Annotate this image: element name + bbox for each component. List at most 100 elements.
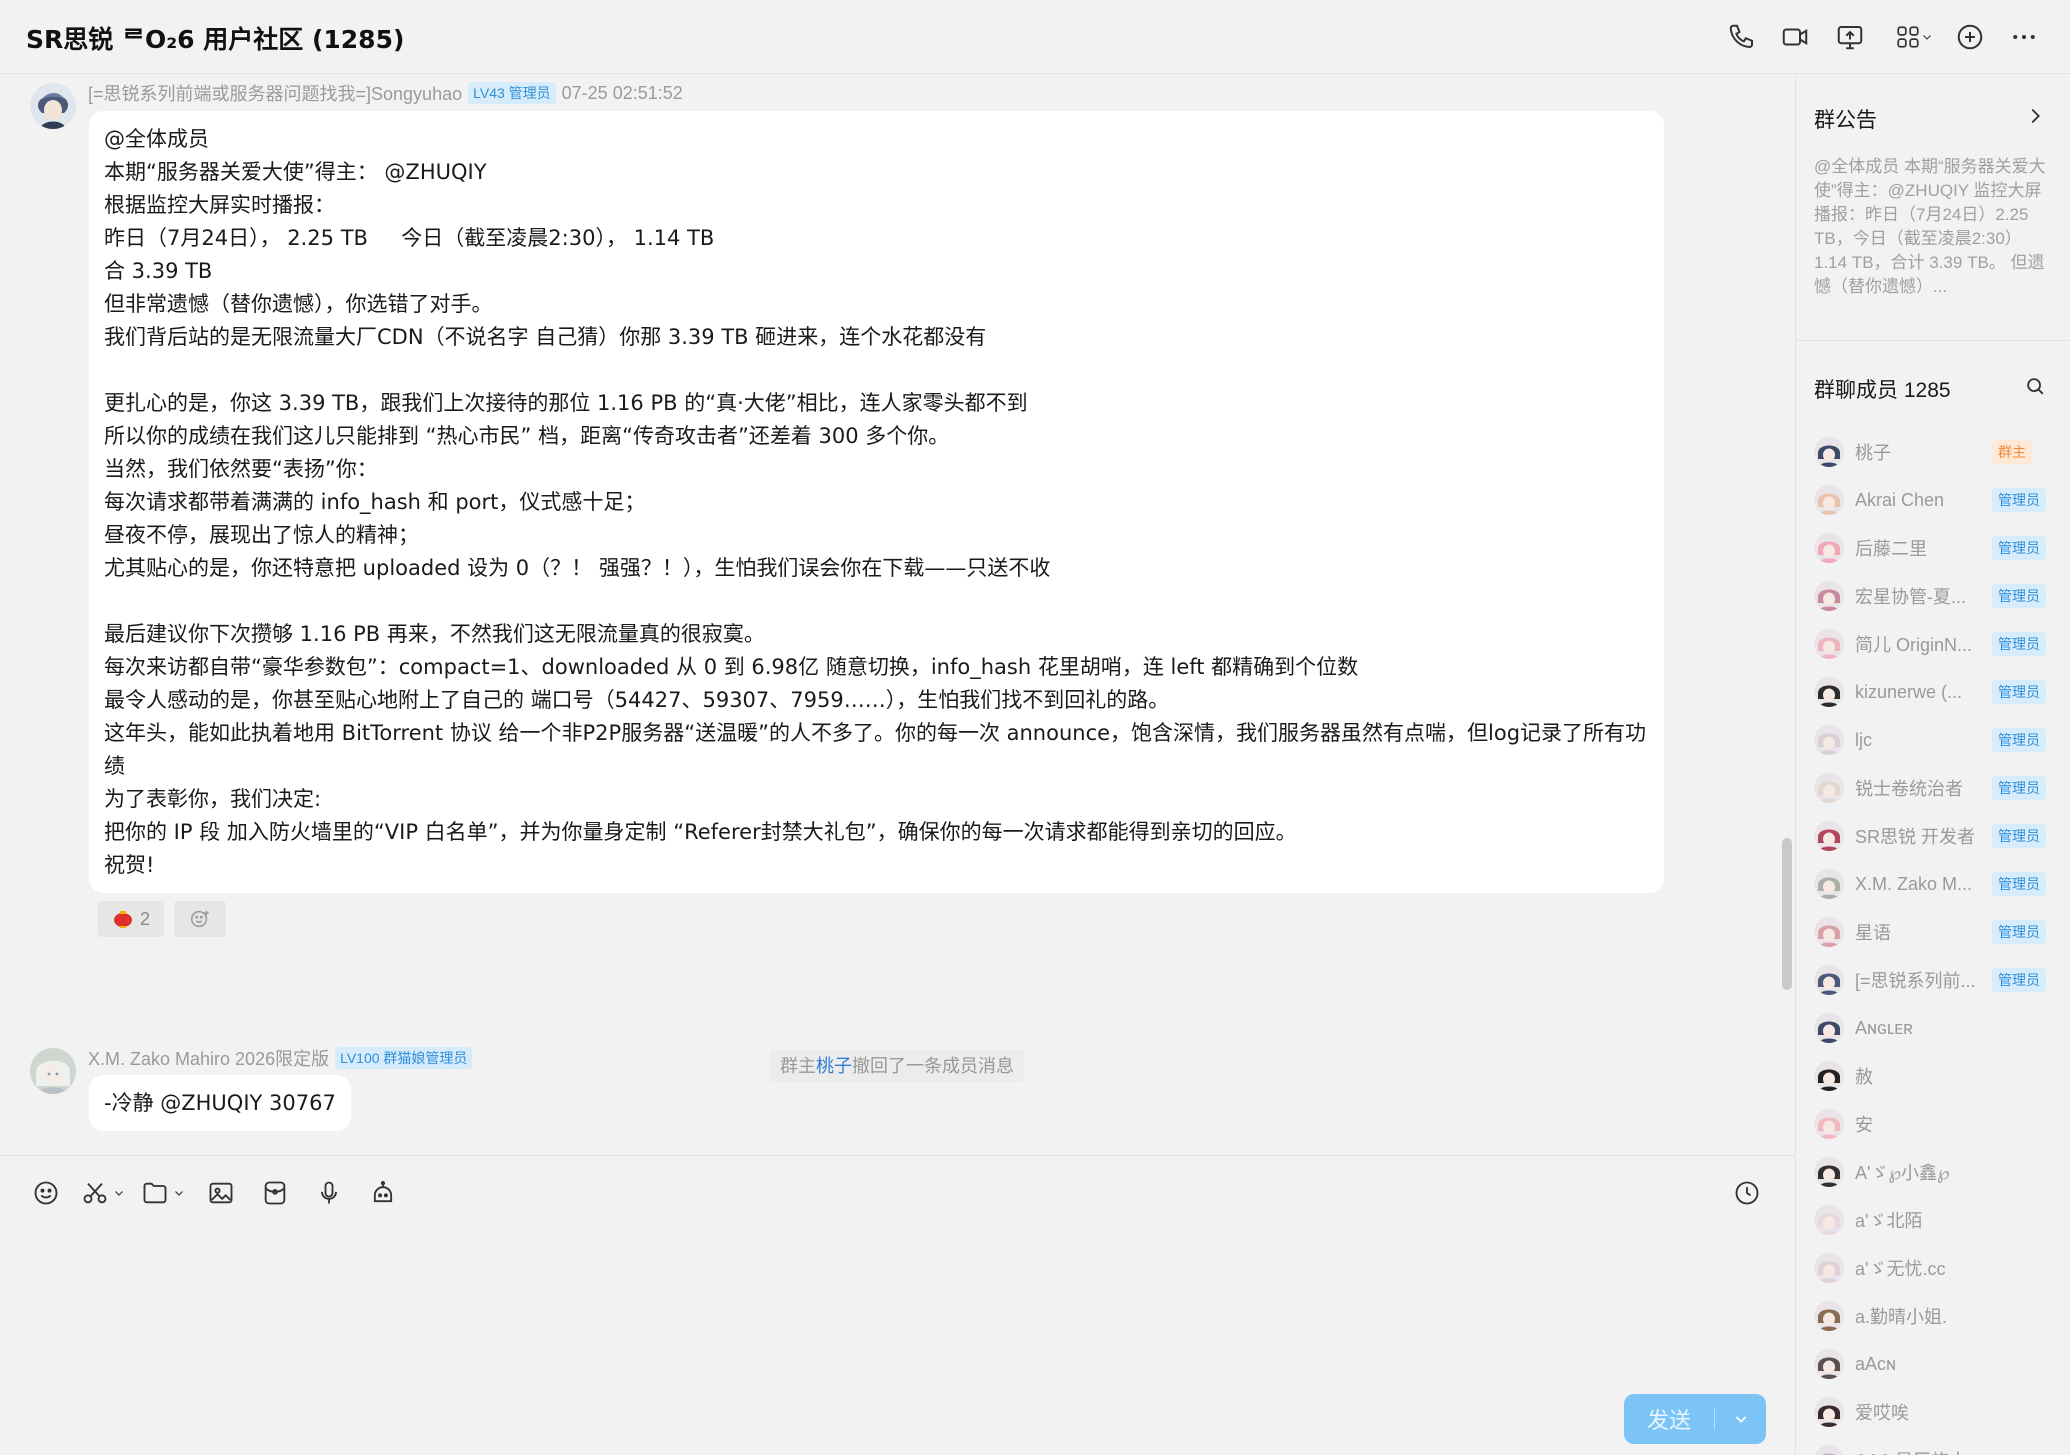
member-row[interactable]: a'ゞ无忧.cc <box>1796 1244 2070 1292</box>
member-avatar[interactable] <box>1814 533 1844 563</box>
sender-name[interactable]: X.M. Zako Mahiro 2026限定版 <box>88 1045 329 1071</box>
screenshot-button[interactable] <box>81 1176 125 1210</box>
message-line: 当然，我们依然要“表扬”你： <box>104 457 378 481</box>
member-row[interactable]: AAA 星辰旅人 <box>1796 1436 2070 1455</box>
member-avatar[interactable] <box>1814 869 1844 899</box>
member-row[interactable]: A'ゞ℘小鑫℘ <box>1796 1148 2070 1196</box>
member-avatar[interactable] <box>1814 1109 1844 1139</box>
avatar[interactable] <box>30 83 76 129</box>
member-role-badge: 管理员 <box>1992 968 2046 992</box>
chevron-down-icon <box>175 1191 183 1196</box>
image-icon <box>209 1182 233 1204</box>
message-list[interactable]: [=思锐系列前端或服务器问题找我=]Songyuhao LV43 管理员 07-… <box>0 75 1795 1211</box>
member-role-badge: 管理员 <box>1992 776 2046 800</box>
member-row[interactable]: 赦 <box>1796 1052 2070 1100</box>
member-avatar[interactable] <box>1814 773 1844 803</box>
apps-icon[interactable] <box>1890 20 1938 54</box>
member-row[interactable]: ljc 管理员 <box>1796 716 2070 764</box>
member-avatar[interactable] <box>1814 677 1844 707</box>
member-row[interactable]: 安 <box>1796 1100 2070 1148</box>
avatar[interactable] <box>30 1048 76 1094</box>
video-icon[interactable] <box>1778 20 1812 54</box>
member-row[interactable]: 爱哎唉 <box>1796 1388 2070 1436</box>
member-avatar[interactable] <box>1814 629 1844 659</box>
message-line: 为了表彰你，我们决定: <box>104 787 322 811</box>
member-row[interactable]: aAᴄɴ <box>1796 1340 2070 1388</box>
red-packet-icon <box>264 1181 286 1205</box>
member-name: 安 <box>1855 1115 1873 1135</box>
member-avatar[interactable] <box>1814 965 1844 995</box>
member-avatar[interactable] <box>1814 725 1844 755</box>
add-reaction-button[interactable] <box>174 901 226 937</box>
add-icon[interactable] <box>1953 20 1987 54</box>
member-avatar[interactable] <box>1814 1253 1844 1283</box>
member-avatar[interactable] <box>1814 1397 1844 1427</box>
search-icon[interactable] <box>2024 375 2046 397</box>
scrollbar-thumb[interactable] <box>1782 838 1792 990</box>
message-line: 祝贺! <box>104 853 155 877</box>
member-avatar[interactable] <box>1814 581 1844 611</box>
message-line: 这年头，能如此执着地用 BitTorrent 协议 给一个非P2P服务器“送温暖… <box>104 721 1647 778</box>
image-button[interactable] <box>207 1176 235 1210</box>
chevron-right-icon[interactable] <box>2024 105 2046 127</box>
message-time: 07-25 02:51:52 <box>561 82 683 103</box>
member-name: 锐士卷统治者 <box>1855 779 1963 799</box>
reaction-count: 2 <box>139 908 150 929</box>
message-bubble[interactable]: @全体成员 本期“服务器关爱大使”得主： @ZHUQIY 根据监控大屏实时播报：… <box>89 111 1664 893</box>
notice-preview[interactable]: @全体成员 本期“服务器关爱大使”得主：@ZHUQIY 监控大屏播报：昨日（7月… <box>1814 155 2052 299</box>
member-avatar[interactable] <box>1814 1301 1844 1331</box>
member-row[interactable]: Akrai Chen 管理员 <box>1796 476 2070 524</box>
message-line: 每次请求都带着满满的 info_hash 和 port，仪式感十足； <box>104 490 646 514</box>
member-name: a.勤晴小姐. <box>1855 1307 1948 1327</box>
member-role-badge: 管理员 <box>1992 488 2046 512</box>
more-icon[interactable] <box>2007 20 2041 54</box>
member-role-badge: 管理员 <box>1992 632 2046 656</box>
member-name: 爱哎唉 <box>1855 1403 1909 1423</box>
send-button[interactable]: 发送 <box>1624 1394 1766 1444</box>
message-line: 尤其贴心的是，你还特意把 uploaded 设为 0（？！ 强强？！），生怕我们… <box>104 556 1051 580</box>
member-avatar[interactable] <box>1814 1013 1844 1043</box>
member-avatar[interactable] <box>1814 1205 1844 1235</box>
red-packet-button[interactable] <box>261 1176 289 1210</box>
bot-button[interactable] <box>369 1176 397 1210</box>
member-row[interactable]: 宏星协管-夏... 管理员 <box>1796 572 2070 620</box>
member-row[interactable]: a.勤晴小姐. <box>1796 1292 2070 1340</box>
member-row[interactable]: 桃子 群主 <box>1796 428 2070 476</box>
member-avatar[interactable] <box>1814 485 1844 515</box>
member-avatar[interactable] <box>1814 1061 1844 1091</box>
reaction-chip[interactable]: 2 <box>98 901 164 937</box>
chevron-down-icon <box>115 1191 123 1196</box>
voice-button[interactable] <box>315 1176 343 1210</box>
member-avatar[interactable] <box>1814 1157 1844 1187</box>
member-name: ljc <box>1855 729 1872 750</box>
member-row[interactable]: 后藤二里 管理员 <box>1796 524 2070 572</box>
message-line: 我们背后站的是无限流量大厂CDN（不说名字 自己猜）你那 3.39 TB 砸进来… <box>104 325 987 349</box>
member-avatar[interactable] <box>1814 821 1844 851</box>
notice-title[interactable]: 群公告 <box>1814 104 1877 134</box>
member-avatar[interactable] <box>1814 1445 1844 1455</box>
member-row[interactable]: 锐士卷统治者 管理员 <box>1796 764 2070 812</box>
member-row[interactable]: X.M. Zako M... 管理员 <box>1796 860 2070 908</box>
emoji-button[interactable] <box>32 1176 60 1210</box>
owner-link[interactable]: 桃子 <box>816 1056 852 1076</box>
member-row[interactable]: kizunerwe (... 管理员 <box>1796 668 2070 716</box>
message-bubble[interactable]: -冷静 @ZHUQIY 30767 <box>89 1075 351 1131</box>
sender-name[interactable]: [=思锐系列前端或服务器问题找我=]Songyuhao <box>88 80 462 106</box>
member-row[interactable]: 星语 管理员 <box>1796 908 2070 956</box>
send-options-dropdown[interactable] <box>1715 1411 1766 1427</box>
member-row[interactable]: [=思锐系列前... 管理员 <box>1796 956 2070 1004</box>
member-avatar[interactable] <box>1814 437 1844 467</box>
member-avatar[interactable] <box>1814 917 1844 947</box>
message-line: 根据监控大屏实时播报： <box>104 193 335 217</box>
phone-icon[interactable] <box>1725 20 1759 54</box>
screen-share-icon[interactable] <box>1833 20 1867 54</box>
member-avatar[interactable] <box>1814 1349 1844 1379</box>
member-row[interactable]: SR思锐 开发者 管理员 <box>1796 812 2070 860</box>
history-button[interactable] <box>1733 1176 1761 1210</box>
member-row[interactable]: Aɴɢʟᴇʀ <box>1796 1004 2070 1052</box>
file-button[interactable] <box>141 1176 185 1210</box>
member-row[interactable]: 简儿 OriginN... 管理员 <box>1796 620 2070 668</box>
member-role-badge: 管理员 <box>1992 728 2046 752</box>
recall-suffix: 撤回了一条成员消息 <box>852 1056 1014 1076</box>
member-row[interactable]: a'ゞ北陌 <box>1796 1196 2070 1244</box>
